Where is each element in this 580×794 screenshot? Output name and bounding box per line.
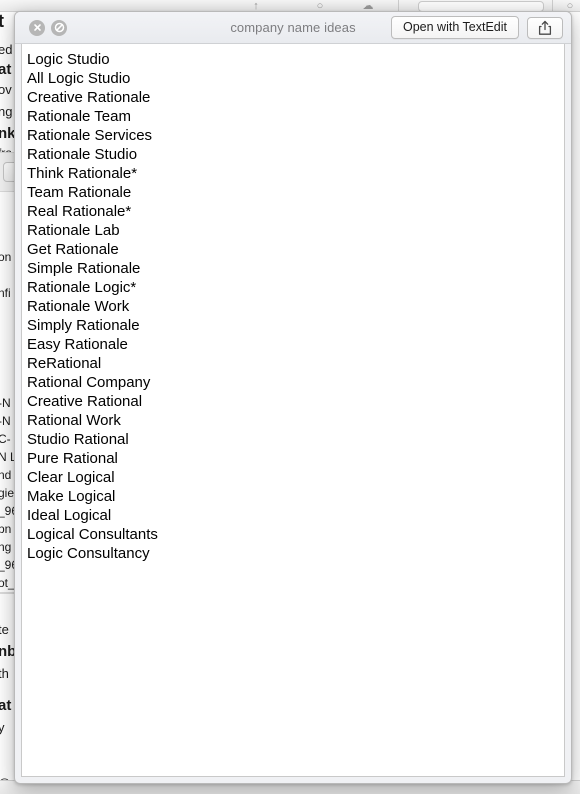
background-text-fragment: C- bbox=[0, 432, 11, 446]
text-line: Rational Work bbox=[27, 412, 121, 429]
text-line: Easy Rationale bbox=[27, 336, 128, 353]
text-line: Ideal Logical bbox=[27, 507, 112, 524]
background-text-fragment: th bbox=[0, 666, 9, 681]
text-line: Think Rationale* bbox=[27, 165, 138, 182]
background-text-fragment: ot_ bbox=[0, 576, 15, 590]
text-line: Creative Rationale bbox=[27, 89, 151, 106]
text-line: Creative Rational bbox=[27, 393, 143, 410]
text-line: Clear Logical bbox=[27, 469, 115, 486]
quick-look-window: company name ideas Open with TextEdit Lo… bbox=[14, 11, 572, 784]
background-text-fragment: ed bbox=[0, 42, 13, 57]
background-text-fragment: at bbox=[0, 697, 12, 714]
text-line: ReRational bbox=[27, 355, 102, 372]
quick-look-preview-area: Logic Studio All Logic Studio Creative Rat… bbox=[21, 44, 565, 777]
text-line: Logic Studio bbox=[27, 51, 110, 68]
text-line: Simply Rationale bbox=[27, 317, 140, 334]
text-line: Rationale Studio bbox=[27, 146, 138, 163]
text-line: Make Logical bbox=[27, 488, 116, 505]
fullscreen-button[interactable] bbox=[51, 19, 67, 36]
text-line: Rationale Team bbox=[27, 108, 131, 125]
document-text-content: Logic Studio All Logic Studio Creative Rat… bbox=[22, 44, 564, 563]
background-text-fragment: ov bbox=[0, 82, 12, 97]
text-line: Logical Consultants bbox=[27, 526, 158, 543]
open-with-texteditbutton[interactable]: Open with TextEdit bbox=[391, 16, 519, 39]
quick-look-toolbar: company name ideas Open with TextEdit bbox=[15, 12, 571, 44]
background-text-fragment: nfi bbox=[0, 286, 11, 300]
background-text-fragment: ng bbox=[0, 540, 12, 554]
background-text-fragment: pn bbox=[0, 522, 12, 536]
text-line: All Logic Studio bbox=[27, 70, 131, 87]
background-text-fragment: ng bbox=[0, 104, 13, 119]
background-text-fragment: on bbox=[0, 250, 12, 264]
background-text-fragment: at bbox=[0, 61, 12, 78]
text-line: Team Rationale bbox=[27, 184, 132, 201]
toolbar-actions: Open with TextEdit bbox=[391, 16, 563, 39]
no-entry-icon bbox=[54, 22, 64, 33]
close-icon bbox=[33, 24, 41, 31]
background-text-fragment: -N bbox=[0, 414, 11, 428]
share-icon bbox=[538, 20, 552, 35]
text-line: Get Rationale bbox=[27, 241, 119, 258]
text-line: Simple Rationale bbox=[27, 260, 141, 277]
text-line: Logic Consultancy bbox=[27, 545, 150, 562]
text-line: Rationale Logic* bbox=[27, 279, 137, 296]
close-button[interactable] bbox=[29, 19, 45, 36]
share-button[interactable] bbox=[527, 16, 563, 39]
background-text-fragment: t bbox=[0, 12, 4, 31]
text-line: Rationale Services bbox=[27, 127, 153, 144]
text-line: Real Rationale* bbox=[27, 203, 132, 220]
text-line: Studio Rational bbox=[27, 431, 129, 448]
background-text-fragment: nd bbox=[0, 468, 12, 482]
text-line: Pure Rational bbox=[27, 450, 118, 467]
background-text-fragment: gie bbox=[0, 486, 15, 500]
background-text-fragment: te bbox=[0, 622, 9, 637]
text-line: Rational Company bbox=[27, 374, 151, 391]
text-line: Rationale Work bbox=[27, 298, 130, 315]
text-line: Rationale Lab bbox=[27, 222, 120, 239]
background-text-fragment: -N bbox=[0, 396, 11, 410]
background-text-fragment: y bbox=[0, 720, 5, 735]
